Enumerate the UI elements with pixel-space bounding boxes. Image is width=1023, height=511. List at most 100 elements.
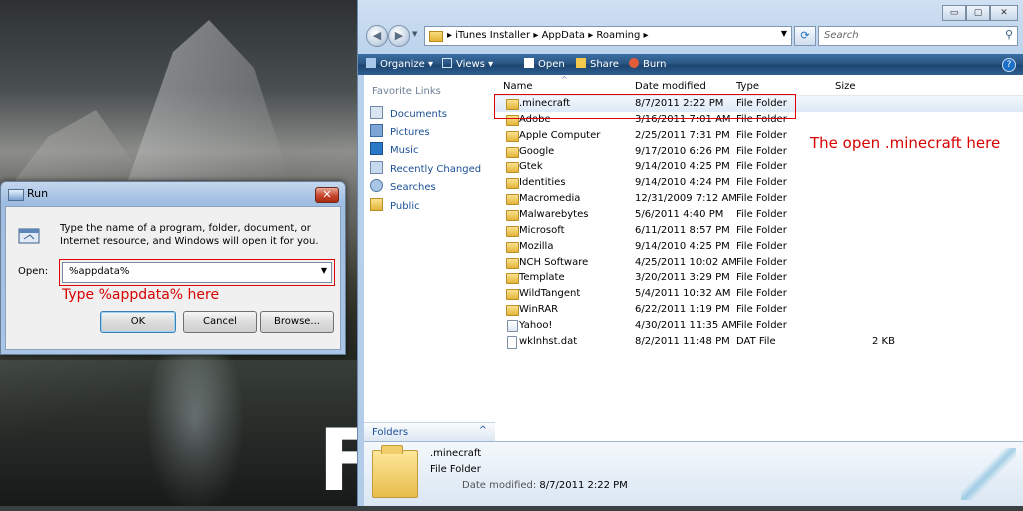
- maximize-button[interactable]: ▢: [966, 5, 990, 21]
- cell-name: Mozilla: [519, 240, 554, 252]
- music-icon: [370, 142, 383, 155]
- search-box[interactable]: Search ⚲: [818, 26, 1018, 46]
- annotation-highlight-box: [494, 94, 796, 119]
- burn-icon: [629, 58, 639, 68]
- documents-icon: [370, 106, 383, 119]
- large-folder-icon: [372, 445, 418, 498]
- cell-type: File Folder: [736, 304, 787, 316]
- close-button[interactable]: ✕: [315, 187, 339, 203]
- nav-item-public[interactable]: Public: [370, 198, 420, 214]
- breadcrumb-appdata[interactable]: AppData: [542, 30, 585, 41]
- open-icon: [524, 58, 534, 68]
- address-dropdown-icon[interactable]: ▼: [781, 29, 787, 38]
- forward-button[interactable]: ▶: [388, 25, 410, 47]
- cell-type: File Folder: [736, 224, 787, 236]
- cell-type: File Folder: [736, 129, 787, 141]
- share-button[interactable]: Share: [576, 58, 619, 70]
- open-label: Open:: [18, 266, 49, 277]
- cell-date: 9/14/2010 4:24 PM: [635, 177, 730, 189]
- recently-changed-icon: [370, 161, 383, 174]
- organize-button[interactable]: Organize ▾: [366, 58, 433, 70]
- cell-date: 2/25/2011 7:31 PM: [635, 129, 730, 141]
- cell-type: File Folder: [736, 193, 787, 205]
- nav-item-music[interactable]: Music: [370, 142, 418, 158]
- nav-item-recently-changed[interactable]: Recently Changed: [370, 161, 481, 177]
- lake-reflection: [0, 360, 357, 506]
- cell-date: 8/2/2011 11:48 PM: [635, 335, 730, 347]
- searches-icon: [370, 179, 383, 192]
- nav-item-documents[interactable]: Documents: [370, 106, 447, 122]
- recent-pages-chevron-icon[interactable]: ▼: [412, 30, 417, 38]
- cell-type: File Folder: [736, 288, 787, 300]
- run-title: Run: [27, 187, 49, 200]
- cell-date: 9/17/2010 6:26 PM: [635, 145, 730, 157]
- folder-icon: [506, 162, 519, 174]
- cell-type: File Folder: [736, 319, 787, 331]
- window-controls: ▭ ▢ ✕: [942, 5, 1018, 21]
- refresh-button[interactable]: ⟳: [794, 26, 816, 46]
- help-icon[interactable]: ?: [1002, 58, 1016, 72]
- minimize-button[interactable]: ▭: [942, 5, 966, 21]
- folder-icon: [506, 209, 519, 221]
- table-row[interactable]: Identities 9/14/2010 4:24 PM File Folder: [495, 175, 1023, 191]
- cell-date: 4/25/2011 10:02 AM: [635, 256, 737, 268]
- table-row[interactable]: Macromedia 12/31/2009 7:12 AM File Folder: [495, 191, 1023, 207]
- cancel-button[interactable]: Cancel: [183, 311, 257, 333]
- back-button[interactable]: ◀: [366, 25, 388, 47]
- search-input[interactable]: Search: [824, 30, 859, 41]
- table-row[interactable]: Malwarebytes 5/6/2011 4:40 PM File Folder: [495, 207, 1023, 223]
- search-icon[interactable]: ⚲: [1005, 28, 1013, 41]
- nav-item-pictures[interactable]: Pictures: [370, 124, 430, 140]
- table-row[interactable]: wklnhst.dat 8/2/2011 11:48 PM DAT File 2 KB: [495, 334, 1023, 350]
- organize-icon: [366, 58, 376, 68]
- table-row[interactable]: Mozilla 9/14/2010 4:25 PM File Folder: [495, 239, 1023, 255]
- column-header-type[interactable]: Type: [736, 81, 759, 92]
- cell-name: Template: [519, 272, 565, 284]
- mountain-snow: [128, 20, 290, 180]
- folder-icon: [506, 194, 519, 206]
- table-row[interactable]: WildTangent 5/4/2011 10:32 AM File Folder: [495, 286, 1023, 302]
- folders-toggle[interactable]: Folders ^: [364, 422, 495, 442]
- navigation-pane: Favorite Links Documents Pictures Music …: [364, 75, 496, 441]
- breadcrumb-itunes-installer[interactable]: iTunes Installer: [455, 30, 530, 41]
- folder-icon: [506, 289, 519, 301]
- breadcrumb-roaming[interactable]: Roaming: [596, 30, 640, 41]
- close-window-button[interactable]: ✕: [990, 5, 1018, 21]
- cell-date: 5/4/2011 10:32 AM: [635, 288, 731, 300]
- cell-type: File Folder: [736, 208, 787, 220]
- cell-name: Gtek: [519, 161, 543, 173]
- column-header-date[interactable]: Date modified: [635, 81, 706, 92]
- folder-icon: [506, 273, 519, 285]
- cell-name: Malwarebytes: [519, 208, 589, 220]
- details-name: .minecraft: [430, 448, 482, 459]
- views-button[interactable]: Views ▾: [442, 58, 493, 70]
- cell-size: 2 KB: [872, 335, 895, 347]
- nav-item-searches[interactable]: Searches: [370, 179, 436, 195]
- cell-type: File Folder: [736, 177, 787, 189]
- address-bar[interactable]: ▸ iTunes Installer ▸ AppData ▸ Roaming ▸…: [424, 26, 792, 46]
- table-row[interactable]: NCH Software 4/25/2011 10:02 AM File Folde…: [495, 255, 1023, 271]
- cell-type: DAT File: [736, 335, 776, 347]
- ok-button[interactable]: OK: [100, 311, 176, 333]
- table-row[interactable]: Microsoft 6/11/2011 8:57 PM File Folder: [495, 223, 1023, 239]
- folder-icon: [506, 130, 519, 142]
- details-date-modified: Date modified: 8/7/2011 2:22 PM: [462, 480, 628, 491]
- address-row: ◀ ▶ ▼ ▸ iTunes Installer ▸ AppData ▸ Roa…: [358, 24, 1023, 50]
- cell-date: 9/14/2010 4:25 PM: [635, 161, 730, 173]
- chevron-up-icon[interactable]: ^: [479, 425, 487, 436]
- table-row[interactable]: Gtek 9/14/2010 4:25 PM File Folder: [495, 159, 1023, 175]
- table-row[interactable]: WinRAR 6/22/2011 1:19 PM File Folder: [495, 302, 1023, 318]
- open-button[interactable]: Open: [524, 58, 565, 70]
- folders-label: Folders: [372, 427, 409, 438]
- cell-date: 9/14/2010 4:25 PM: [635, 240, 730, 252]
- burn-button[interactable]: Burn: [629, 58, 666, 70]
- column-header-size[interactable]: Size: [835, 81, 856, 92]
- cell-date: 6/22/2011 1:19 PM: [635, 304, 730, 316]
- cell-name: Macromedia: [519, 193, 581, 205]
- run-titlebar[interactable]: Run ✕: [1, 182, 345, 206]
- column-header-name[interactable]: Name: [503, 81, 533, 92]
- table-row[interactable]: Yahoo! 4/30/2011 11:35 AM File Folder: [495, 318, 1023, 334]
- table-row[interactable]: Template 3/20/2011 3:29 PM File Folder: [495, 270, 1023, 286]
- cell-date: 4/30/2011 11:35 AM: [635, 319, 737, 331]
- browse-button[interactable]: Browse...: [260, 311, 334, 333]
